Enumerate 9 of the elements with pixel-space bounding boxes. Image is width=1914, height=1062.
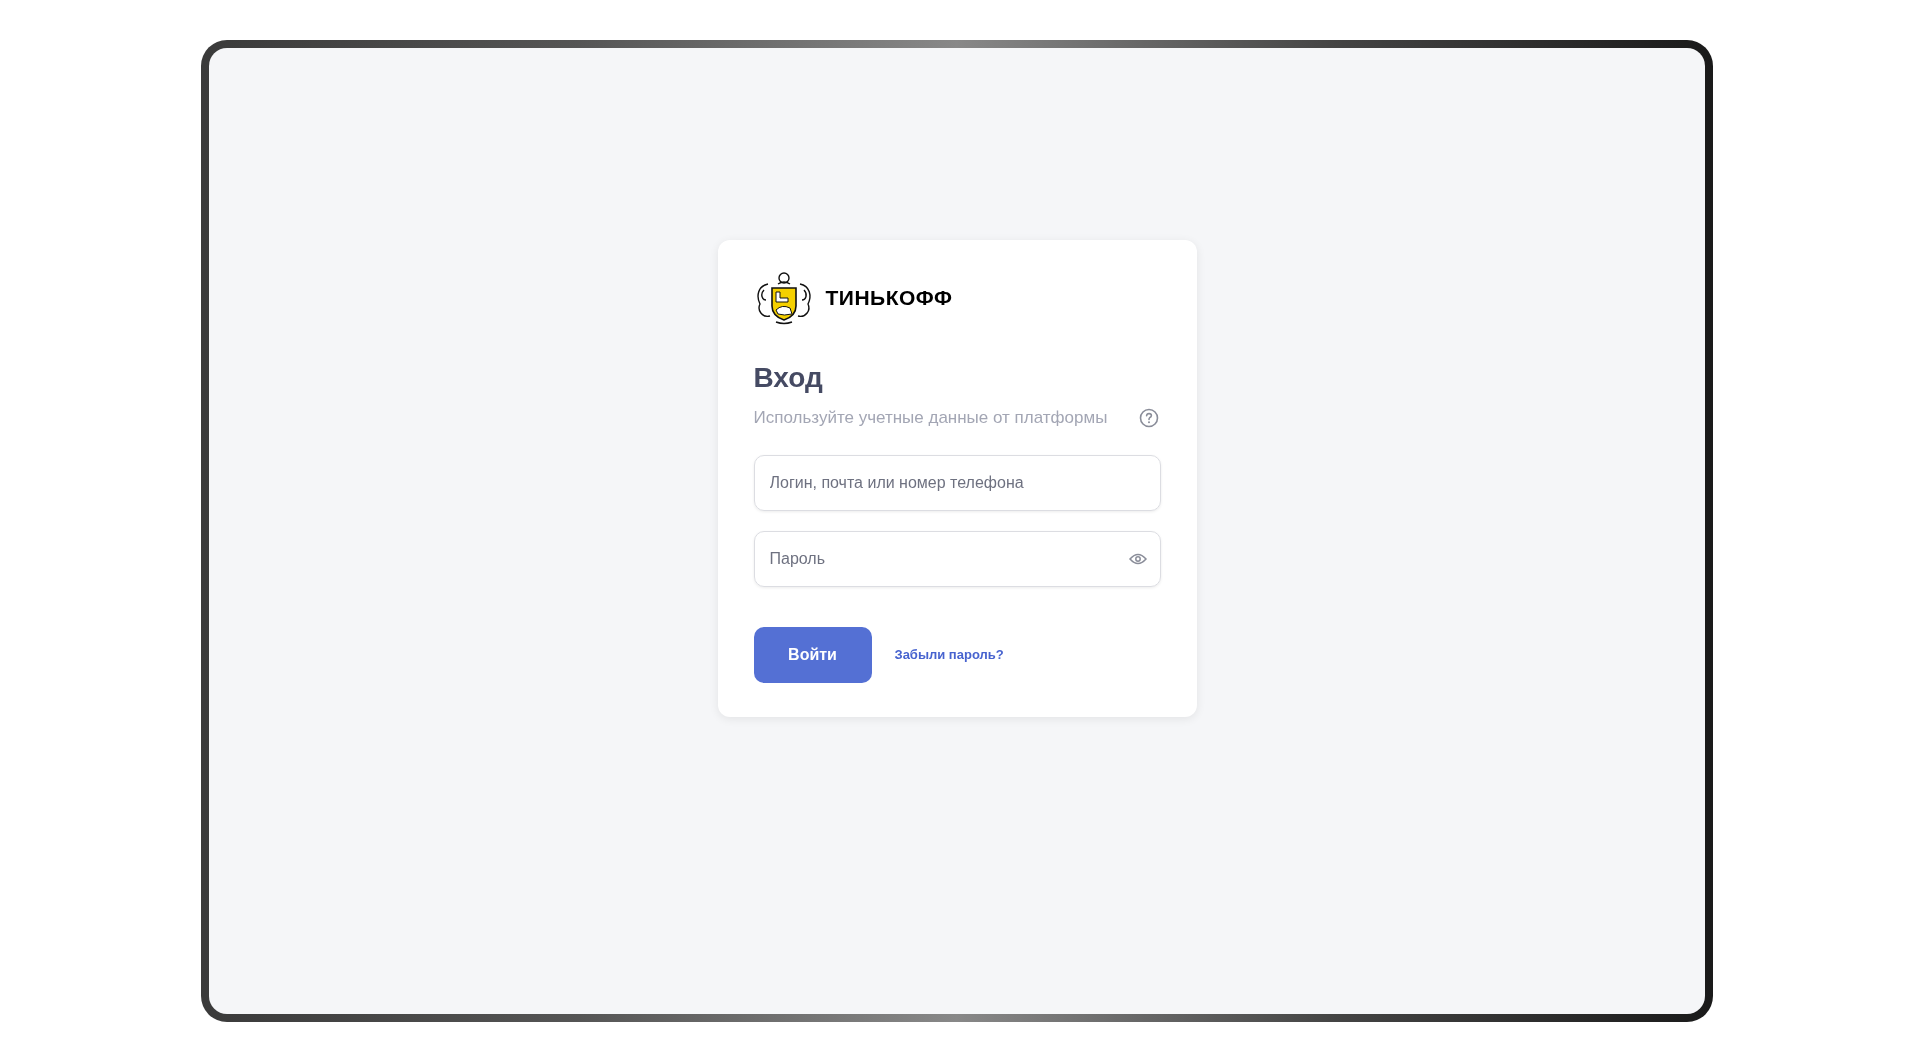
forgot-password-link[interactable]: Забыли пароль? (894, 644, 1004, 665)
help-icon[interactable] (1138, 407, 1159, 428)
password-field[interactable]: Пароль (753, 530, 1161, 587)
login-field[interactable]: Логин, почта или номер телефона (753, 454, 1161, 511)
eye-icon[interactable] (1128, 552, 1147, 565)
subtitle-text: Используйте учетные данные от платформы (753, 407, 1108, 429)
page-title: Вход (753, 361, 824, 395)
logo-wordmark: ТИНЬКОФФ (825, 285, 953, 312)
login-button[interactable]: Войти (753, 626, 872, 683)
